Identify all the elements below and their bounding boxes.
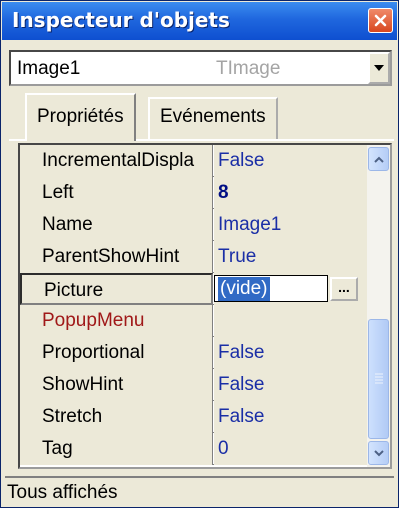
property-value[interactable]: 0 — [214, 433, 367, 465]
property-grid: IncrementalDispla False Left 8 Name Imag… — [18, 143, 392, 469]
ellipsis-button[interactable]: ... — [330, 277, 358, 301]
property-row[interactable]: IncrementalDispla False — [20, 145, 367, 177]
vertical-scrollbar[interactable] — [367, 145, 390, 467]
property-name: ShowHint — [20, 369, 213, 401]
property-name: IncrementalDispla — [20, 145, 213, 177]
property-value[interactable]: False — [214, 145, 367, 177]
status-bar: Tous affichés — [5, 476, 394, 505]
property-name: Stretch — [20, 401, 213, 433]
property-name: Proportional — [20, 337, 213, 369]
scroll-down-button[interactable] — [368, 441, 389, 465]
property-row[interactable]: Proportional False — [20, 337, 367, 369]
property-value[interactable]: False — [214, 369, 367, 401]
property-value[interactable]: True — [214, 241, 367, 273]
property-row[interactable]: Left 8 — [20, 177, 367, 209]
scrollbar-thumb[interactable] — [368, 319, 389, 439]
property-row[interactable]: Tag 0 — [20, 433, 367, 465]
property-edit-field[interactable]: (vide) — [214, 275, 328, 302]
title-bar[interactable]: Inspecteur d'objets — [2, 2, 397, 40]
property-name: ParentShowHint — [20, 241, 213, 273]
object-selector-dropdown-button[interactable] — [368, 52, 390, 84]
property-name: Tag — [20, 433, 213, 465]
property-row[interactable]: PopupMenu — [20, 305, 367, 337]
tab-properties[interactable]: Propriétés — [25, 93, 136, 141]
property-row-selected[interactable]: Picture (vide) ... — [20, 273, 367, 305]
property-value[interactable]: Image1 — [214, 209, 367, 241]
property-value[interactable]: 8 — [214, 177, 367, 209]
property-value[interactable]: False — [214, 337, 367, 369]
property-list: IncrementalDispla False Left 8 Name Imag… — [20, 145, 367, 465]
tab-strip: Propriétés Evénements — [9, 93, 394, 143]
object-name: Image1 — [17, 58, 81, 79]
property-name: Left — [20, 177, 213, 209]
property-row[interactable]: Stretch False — [20, 401, 367, 433]
status-text: Tous affichés — [7, 482, 118, 503]
object-inspector-window: Inspecteur d'objets Image1 TImage Propri… — [0, 0, 399, 508]
object-type: TImage — [216, 58, 281, 79]
close-button[interactable] — [368, 8, 393, 33]
chevron-up-icon — [373, 156, 384, 163]
property-value[interactable] — [214, 305, 367, 337]
window-title: Inspecteur d'objets — [12, 8, 230, 32]
property-edit-text[interactable]: (vide) — [218, 277, 270, 301]
property-name: PopupMenu — [20, 305, 213, 337]
property-row[interactable]: ParentShowHint True — [20, 241, 367, 273]
property-row[interactable]: ShowHint False — [20, 369, 367, 401]
close-icon — [374, 14, 387, 27]
property-name: Name — [20, 209, 213, 241]
chevron-down-icon — [373, 449, 384, 456]
object-selector[interactable]: Image1 TImage — [9, 50, 392, 86]
tab-events[interactable]: Evénements — [148, 97, 278, 139]
property-name: Picture — [20, 273, 213, 305]
property-row[interactable]: Name Image1 — [20, 209, 367, 241]
property-value[interactable]: False — [214, 401, 367, 433]
scroll-up-button[interactable] — [368, 147, 389, 171]
grip-icon — [375, 373, 383, 384]
chevron-down-icon — [374, 64, 384, 71]
